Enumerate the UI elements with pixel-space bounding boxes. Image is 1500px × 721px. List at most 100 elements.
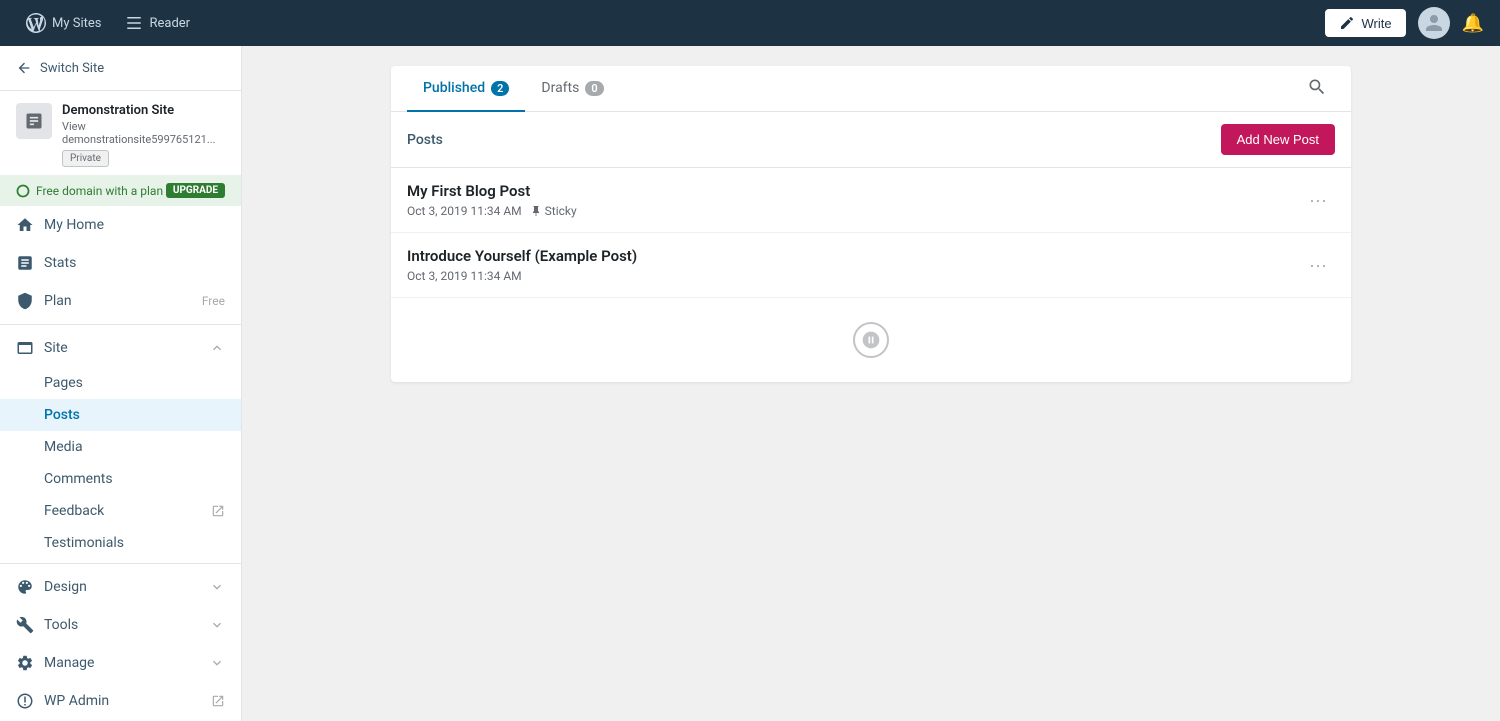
sidebar-item-plan[interactable]: Plan Free: [0, 282, 241, 320]
sidebar-sub-item-testimonials[interactable]: Testimonials: [0, 527, 241, 559]
sidebar-item-manage[interactable]: Manage: [0, 644, 241, 682]
private-badge: Private: [62, 150, 109, 167]
avatar-icon: [1424, 13, 1444, 33]
my-home-label: My Home: [44, 217, 104, 233]
tools-icon: [16, 616, 34, 634]
manage-icon: [16, 654, 34, 672]
pages-label: Pages: [44, 375, 83, 391]
stats-icon: [16, 254, 34, 272]
sticky-badge: Sticky: [530, 204, 577, 218]
sidebar-item-stats[interactable]: Stats: [0, 244, 241, 282]
reader-label: Reader: [149, 16, 190, 31]
design-label: Design: [44, 579, 87, 595]
upgrade-banner[interactable]: Free domain with a plan UPGRADE: [0, 175, 241, 206]
posts-section-label: Posts: [407, 132, 443, 148]
sidebar-item-site[interactable]: Site: [0, 329, 241, 367]
plan-badge: Free: [202, 294, 225, 308]
wordpress-logo-icon: [26, 13, 46, 33]
post-title-1[interactable]: My First Blog Post: [407, 182, 577, 200]
table-row: My First Blog Post Oct 3, 2019 11:34 AM …: [391, 168, 1351, 233]
site-icon: [16, 103, 52, 139]
post-date-1: Oct 3, 2019 11:34 AM: [407, 204, 522, 218]
plan-icon: [16, 292, 34, 310]
design-icon: [16, 578, 34, 596]
sidebar-item-tools[interactable]: Tools: [0, 606, 241, 644]
post-more-button-2[interactable]: ···: [1301, 251, 1335, 280]
write-icon: [1339, 15, 1355, 31]
post-meta-1: Oct 3, 2019 11:34 AM Sticky: [407, 204, 577, 218]
sidebar-sub-item-pages[interactable]: Pages: [0, 367, 241, 399]
pin-icon: [530, 205, 542, 217]
site-label: Site: [44, 340, 68, 356]
reader-nav[interactable]: Reader: [115, 8, 200, 38]
sidebar-sub-item-feedback[interactable]: Feedback: [0, 495, 241, 527]
stats-label: Stats: [44, 255, 76, 271]
write-button[interactable]: Write: [1325, 9, 1405, 37]
manage-label: Manage: [44, 655, 94, 671]
sidebar-sub-item-comments[interactable]: Comments: [0, 463, 241, 495]
published-count: 2: [491, 81, 509, 96]
sidebar-sub-item-media[interactable]: Media: [0, 431, 241, 463]
write-label: Write: [1361, 16, 1391, 31]
sidebar-sub-item-posts[interactable]: Posts: [0, 399, 241, 431]
site-info: Demonstration Site View demonstrationsit…: [0, 91, 241, 175]
site-url: View demonstrationsite599765121...: [62, 120, 225, 146]
my-sites-nav[interactable]: My Sites: [16, 7, 111, 39]
divider-1: [0, 324, 241, 325]
domain-icon: [16, 184, 30, 198]
external-link-wpadmin-icon: [211, 694, 225, 708]
reader-icon: [125, 14, 143, 32]
sticky-label: Sticky: [545, 204, 577, 218]
chevron-down-manage-icon: [209, 655, 225, 671]
notifications-icon[interactable]: 🔔: [1462, 13, 1484, 34]
published-tab-label: Published: [423, 80, 485, 96]
wordpress-footer-logo: [853, 322, 889, 358]
posts-label: Posts: [44, 407, 80, 423]
add-new-post-button[interactable]: Add New Post: [1221, 124, 1335, 155]
search-posts-button[interactable]: [1299, 69, 1335, 108]
switch-site-label: Switch Site: [40, 61, 104, 76]
post-more-button-1[interactable]: ···: [1301, 186, 1335, 215]
home-icon: [16, 216, 34, 234]
table-row: Introduce Yourself (Example Post) Oct 3,…: [391, 233, 1351, 298]
drafts-tab[interactable]: Drafts 0: [525, 66, 619, 112]
site-name: Demonstration Site: [62, 103, 225, 118]
media-label: Media: [44, 439, 83, 455]
post-title-2[interactable]: Introduce Yourself (Example Post): [407, 247, 637, 265]
chevron-down-design-icon: [209, 579, 225, 595]
search-icon: [1307, 77, 1327, 97]
my-sites-label: My Sites: [52, 16, 101, 31]
drafts-tab-label: Drafts: [541, 80, 579, 96]
chevron-down-tools-icon: [209, 617, 225, 633]
site-nav-icon: [16, 339, 34, 357]
external-link-icon: [211, 504, 225, 518]
post-meta-2: Oct 3, 2019 11:34 AM: [407, 269, 637, 283]
drafts-count: 0: [585, 81, 603, 96]
top-navigation: My Sites Reader Write 🔔: [0, 0, 1500, 46]
tools-label: Tools: [44, 617, 78, 633]
free-domain-text: Free domain with a plan: [36, 184, 163, 198]
posts-tabs: Published 2 Drafts 0: [391, 66, 1351, 112]
testimonials-label: Testimonials: [44, 535, 124, 551]
sidebar-item-design[interactable]: Design: [0, 568, 241, 606]
feedback-label: Feedback: [44, 503, 104, 519]
wp-admin-icon: [16, 692, 34, 710]
wp-admin-label: WP Admin: [44, 693, 109, 709]
post-date-2: Oct 3, 2019 11:34 AM: [407, 269, 522, 283]
sidebar-item-my-home[interactable]: My Home: [0, 206, 241, 244]
upgrade-badge[interactable]: UPGRADE: [166, 183, 225, 198]
posts-header: Posts Add New Post: [391, 112, 1351, 168]
wp-footer: [391, 298, 1351, 382]
back-arrow-icon: [16, 60, 32, 76]
sidebar-item-wp-admin[interactable]: WP Admin: [0, 682, 241, 720]
user-avatar[interactable]: [1418, 7, 1450, 39]
divider-2: [0, 563, 241, 564]
posts-container: Published 2 Drafts 0 Posts Add: [391, 66, 1351, 382]
chevron-up-icon: [209, 340, 225, 356]
switch-site-button[interactable]: Switch Site: [0, 46, 241, 91]
main-content: Published 2 Drafts 0 Posts Add: [242, 46, 1500, 721]
sidebar: Switch Site Demonstration Site View demo…: [0, 46, 242, 721]
plan-label: Plan: [44, 293, 72, 309]
comments-label: Comments: [44, 471, 113, 487]
published-tab[interactable]: Published 2: [407, 66, 525, 112]
